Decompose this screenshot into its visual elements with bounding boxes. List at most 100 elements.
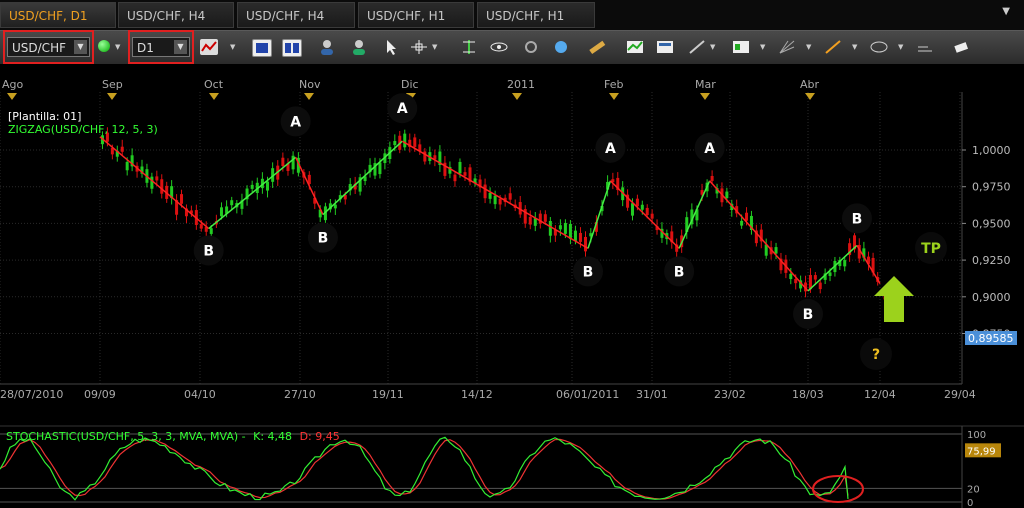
price-chart[interactable]: Ago Sep Oct Nov Dic 2011 Feb Mar Abr BABABABABB … — [0, 64, 1024, 508]
month-label: Abr — [800, 78, 820, 91]
chevron-down-icon[interactable]: ▼ — [710, 43, 715, 51]
candle-body — [528, 216, 532, 225]
symbol-select-value: USD/CHF — [12, 41, 66, 55]
chevron-down-icon[interactable]: ▼ — [852, 43, 857, 51]
tab-usdchf-h4[interactable]: USD/CHF, H4 — [118, 2, 234, 28]
month-label: Dic — [401, 78, 419, 91]
candle-body — [774, 247, 778, 254]
month-label: Sep — [102, 78, 123, 91]
candle-body — [120, 146, 124, 152]
question-mark-label: ? — [872, 347, 880, 363]
candle-body — [543, 214, 547, 222]
date-tick-label: 19/11 — [372, 388, 404, 401]
chevron-down-icon[interactable]: ▼ — [898, 43, 903, 51]
tab-usdchf-h1[interactable]: USD/CHF, H1 — [358, 2, 474, 28]
tab-usdchf-h4-2[interactable]: USD/CHF, H4 — [237, 2, 355, 28]
objects-icon[interactable] — [732, 39, 750, 55]
ellipse-icon[interactable] — [870, 39, 888, 55]
tile-icon[interactable] — [282, 39, 302, 57]
wave-label: B — [318, 231, 329, 247]
refresh-icon[interactable] — [522, 39, 540, 55]
chevron-down-icon[interactable]: ▼ — [1002, 6, 1010, 17]
cascade-icon[interactable] — [252, 39, 272, 57]
month-label: Mar — [695, 78, 716, 91]
chevron-down-icon[interactable]: ▼ — [432, 43, 437, 51]
fan-icon[interactable] — [778, 39, 796, 55]
symbol-select[interactable]: USD/CHF ▼ — [7, 37, 90, 57]
candle-body — [453, 174, 457, 182]
candle-body — [813, 275, 817, 280]
candle-body — [498, 198, 502, 205]
month-label: Feb — [604, 78, 623, 91]
candle-body — [209, 228, 213, 234]
candle-body — [789, 273, 793, 280]
connection-icon[interactable] — [98, 40, 110, 52]
price-tick-label: 1,0000 — [972, 144, 1011, 157]
chevron-down-icon[interactable]: ▼ — [806, 43, 811, 51]
candle-body — [508, 193, 512, 200]
candle-body — [155, 176, 159, 181]
date-tick-label: 27/10 — [284, 388, 316, 401]
timeframe-select[interactable]: D1 ▼ — [132, 37, 190, 57]
indicators-icon[interactable] — [626, 39, 644, 55]
stochastic-label: STOCHASTIC(USD/CHF, 5, 3, 3, MVA, MVA) -… — [6, 430, 340, 443]
candle-body — [563, 223, 567, 234]
candle-body — [199, 224, 203, 229]
ruler-icon[interactable] — [588, 39, 606, 55]
candle-body — [333, 204, 337, 209]
candle-body — [710, 175, 714, 181]
zoom-icon[interactable] — [552, 39, 570, 55]
timeframe-select-value: D1 — [137, 41, 154, 55]
templates-icon[interactable] — [656, 39, 674, 55]
candle-body — [230, 200, 234, 206]
tab-usdchf-h1-2[interactable]: USD/CHF, H1 — [477, 2, 595, 28]
chevron-down-icon[interactable]: ▼ — [115, 43, 120, 51]
template-label: [Plantilla: 01] — [8, 110, 81, 123]
candle-body — [483, 184, 487, 199]
candle-body — [558, 225, 562, 230]
eraser-icon[interactable] — [952, 39, 970, 55]
candle-body — [578, 232, 582, 242]
wave-label: B — [674, 264, 685, 280]
date-tick-label: 31/01 — [636, 388, 668, 401]
chevron-down-icon: ▼ — [174, 40, 187, 54]
candle-body — [630, 203, 634, 216]
trader-icon[interactable] — [318, 39, 336, 55]
date-tick-label: 28/07/2010 — [0, 388, 63, 401]
chevron-down-icon[interactable]: ▼ — [760, 43, 765, 51]
period-separator-icon[interactable] — [460, 39, 478, 55]
user-icon[interactable] — [350, 39, 368, 55]
candle-body — [493, 195, 497, 205]
chevron-down-icon: ▼ — [74, 40, 87, 54]
candle-body — [180, 194, 184, 204]
month-label: Ago — [2, 78, 24, 91]
candle-body — [794, 278, 798, 284]
candle-body — [266, 181, 270, 191]
chevron-down-icon[interactable]: ▼ — [230, 43, 235, 51]
candle-body — [573, 230, 577, 241]
tab-usdchf-d1[interactable]: USD/CHF, D1 — [0, 2, 116, 28]
candle-body — [393, 141, 397, 146]
eye-icon[interactable] — [490, 39, 508, 55]
candle-body — [125, 161, 129, 171]
chart-type-icon[interactable] — [200, 39, 218, 55]
candle-body — [568, 223, 572, 239]
chart-tab-bar: USD/CHF, D1 USD/CHF, H4 USD/CHF, H4 USD/… — [0, 0, 1024, 30]
crosshair-icon[interactable] — [410, 39, 428, 55]
wave-label: B — [852, 211, 863, 227]
candle-body — [725, 191, 729, 199]
candle-body — [740, 220, 744, 226]
candle-body — [281, 157, 285, 167]
candle-body — [583, 236, 587, 252]
wave-label: B — [803, 307, 814, 323]
price-tick-label: 0,9750 — [972, 181, 1011, 194]
text-icon[interactable] — [916, 39, 934, 55]
cursor-icon[interactable] — [382, 39, 400, 55]
chart-toolbar: USD/CHF ▼ ▼ D1 ▼ ▼ ▼ ▼ ▼ ▼ ▼ ▼ — [0, 30, 1024, 66]
pen-icon[interactable] — [824, 39, 842, 55]
price-tick-label: 0,9000 — [972, 291, 1011, 304]
line-tools-icon[interactable] — [688, 39, 706, 55]
date-tick-label: 09/09 — [84, 388, 116, 401]
price-tick-label: 0,9250 — [972, 254, 1011, 267]
tp-label: TP — [921, 241, 941, 257]
